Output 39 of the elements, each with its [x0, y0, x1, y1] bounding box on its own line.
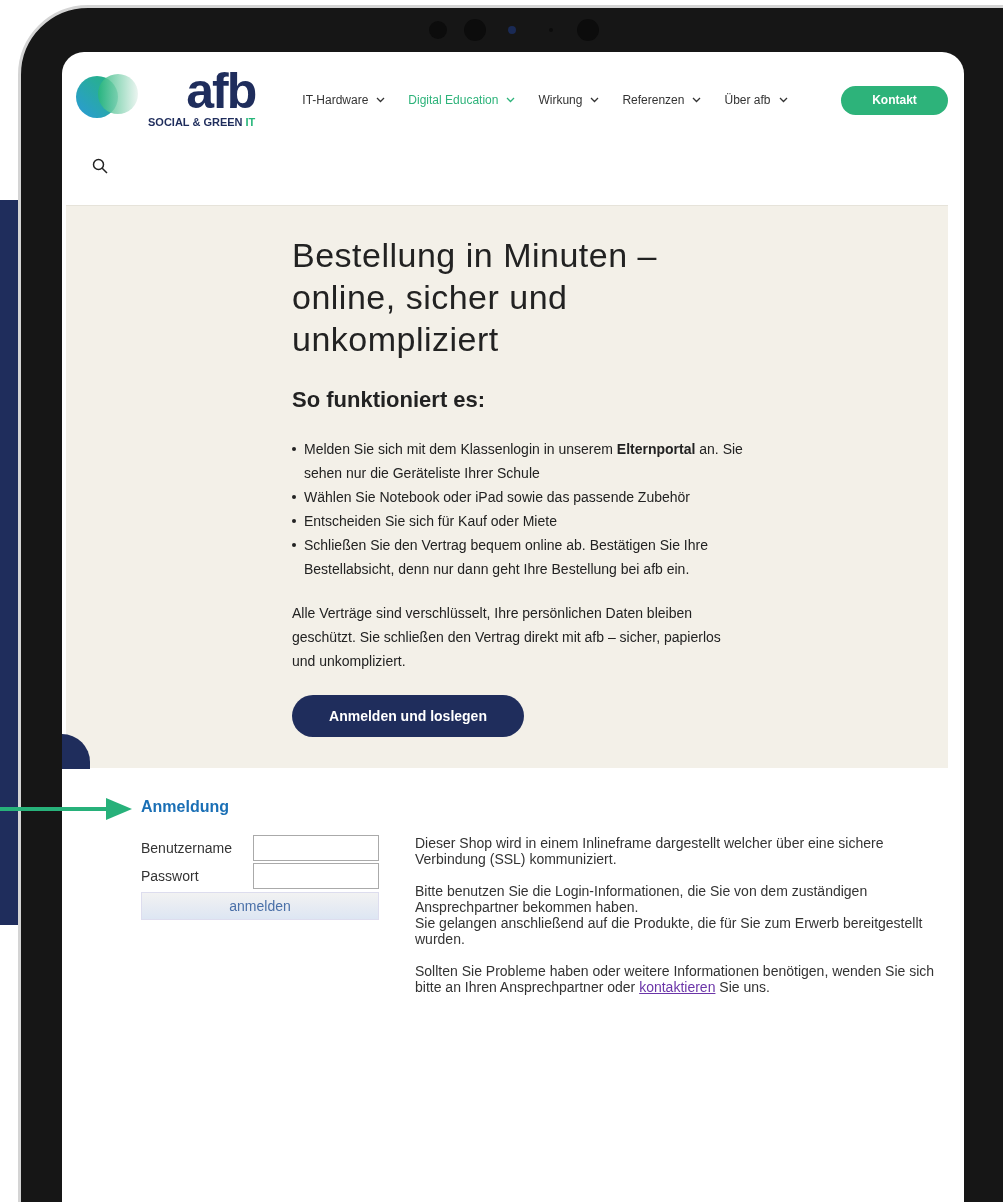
nav-link[interactable]: Referenzen	[622, 91, 702, 109]
bullet-text: Melden Sie sich mit dem Klassenlogin in unserem Elternportal an. Sie sehen nur die Geräteliste Ihrer Schule	[304, 440, 744, 483]
arrow-icon	[0, 797, 132, 821]
field-label: Benutzername	[141, 840, 233, 856]
nav-link[interactable]: Über afb	[724, 91, 788, 109]
contact-link[interactable]: kontaktieren	[639, 979, 716, 995]
logo-tagline-accent: IT	[245, 116, 256, 128]
chevron-down-icon	[778, 97, 788, 103]
hero-title: Bestellung in Minuten – online, sicher und unkompliziert	[292, 235, 658, 360]
chevron-down-icon	[376, 97, 386, 103]
nav-link[interactable]: IT-Hardware	[302, 91, 386, 109]
hero-subtitle: So funktioniert es:	[292, 386, 487, 414]
chevron-down-icon	[692, 97, 702, 103]
search-icon[interactable]	[92, 158, 108, 174]
bullet-text: Wählen Sie Notebook oder iPad sowie das passende Zubehör	[304, 488, 691, 507]
info-text: Dieser Shop wird in einem Inlineframe dargestellt welcher über eine sichere Verbindung (SSL) kommuniziert.	[415, 835, 885, 867]
chevron-down-icon	[506, 97, 516, 103]
login-button[interactable]: anmelden	[141, 892, 379, 920]
logo-icon	[75, 72, 140, 120]
logo-tagline: SOCIAL & GREEN	[148, 116, 243, 128]
logo-wordmark: afb	[186, 66, 256, 116]
input-field[interactable]	[253, 863, 379, 889]
info-text: Sie gelangen anschließend auf die Produkte, die für Sie zum Erwerb bereitgestellt wurden.	[415, 915, 924, 947]
login-title: Anmeldung	[141, 797, 230, 817]
info-text: Bitte benutzen Sie die Login-Informationen, die Sie von dem zuständigen Ansprechpartner bekommen haben.	[415, 883, 869, 915]
input-field[interactable]	[253, 835, 379, 861]
field-label: Passwort	[141, 868, 199, 884]
bullet-icon	[292, 543, 296, 547]
bullet-icon	[292, 495, 296, 499]
login-start-button[interactable]: Anmelden und loslegen	[292, 695, 524, 737]
bullet-text: Schließen Sie den Vertrag bequem online ab. Bestätigen Sie Ihre Bestellabsicht, denn nur dann geht Ihre Bestellung bei afb ein.	[304, 536, 709, 579]
bullet-text: Entscheiden Sie sich für Kauf oder Miete	[304, 512, 557, 531]
info-text: Sollten Sie Probleme haben oder weitere Informationen benötigen, wenden Sie sich bitte an Ihren Ansprechpartner oder kontaktieren Sie uns.	[415, 963, 935, 995]
floating-round-button[interactable]	[62, 734, 90, 769]
hero-note: Alle Verträge sind verschlüsselt, Ihre persönlichen Daten bleiben geschützt. Sie schließen den Vertrag direkt mit afb – sicher, papierlos und unkompliziert.	[292, 604, 722, 671]
nav-link[interactable]: Wirkung	[538, 91, 600, 109]
bullet-icon	[292, 519, 296, 523]
chevron-down-icon	[590, 97, 600, 103]
bullet-icon	[292, 447, 296, 451]
